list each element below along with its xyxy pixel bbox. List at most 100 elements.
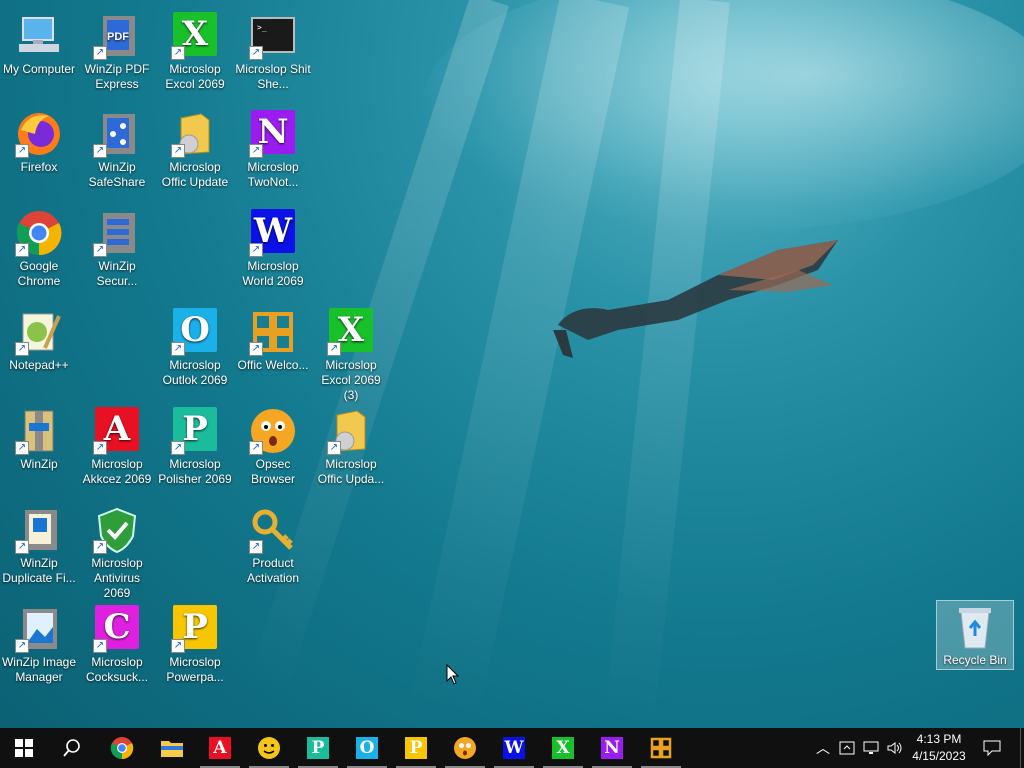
chrome-icon — [110, 737, 134, 760]
icon-label: Google Chrome — [17, 259, 61, 288]
icon-label: Offic Welco... — [237, 358, 309, 372]
icon-label: WinZip PDF Express — [84, 62, 150, 91]
icon-label: Firefox — [20, 160, 58, 174]
desktop-icon-google-chrome[interactable]: ↗ Google Chrome — [1, 205, 77, 301]
icon-label: Opsec Browser — [250, 457, 295, 486]
taskbar: A P O P W X N ︿ 4:13 PM 4/15/2023 — [0, 728, 1024, 768]
show-hidden-icons-button[interactable]: ︿ — [812, 728, 834, 768]
icon-label: WinZip Secur... — [96, 259, 138, 288]
svg-text:PDF: PDF — [107, 31, 129, 43]
taskbar-powerpa[interactable]: P — [392, 728, 440, 768]
desktop-icon-winzip-image-manager[interactable]: ↗ WinZip Image Manager — [1, 601, 77, 697]
taskbar-chrome[interactable] — [98, 728, 146, 768]
onenote-icon: N — [601, 737, 623, 759]
opsec-browser-icon — [258, 737, 280, 759]
file-explorer-icon — [161, 741, 183, 757]
computer-icon — [19, 17, 59, 52]
icon-label: Recycle Bin — [943, 653, 1007, 667]
desktop-icon-winzip[interactable]: ↗ WinZip — [1, 403, 77, 499]
desktop-icon-microslop-outlok[interactable]: O ↗ Microslop Outlok 2069 — [157, 304, 233, 400]
taskbar-offic[interactable] — [637, 728, 685, 768]
desktop: My Computer ↗ Firefox ↗ Google Chrome ↗ … — [0, 0, 1024, 728]
icon-label: Microslop TwoNot... — [247, 160, 299, 189]
desktop-icon-my-computer[interactable]: My Computer — [1, 8, 77, 104]
icon-label: Microslop Excol 2069 (3) — [321, 358, 381, 402]
start-button[interactable] — [0, 728, 48, 768]
icon-label: Microslop Offic Update — [161, 160, 229, 189]
icon-label: Microslop Shit She... — [235, 62, 311, 91]
desktop-icon-microslop-offic-update-2[interactable]: ↗ Microslop Offic Upda... — [313, 403, 389, 499]
icon-label: WinZip Duplicate Fi... — [2, 556, 76, 585]
tray-network-icon[interactable] — [860, 728, 882, 768]
security-status-icon — [839, 741, 855, 755]
freediver-image — [553, 240, 838, 358]
icon-label: WinZip — [20, 457, 58, 471]
icon-label: Product Activation — [246, 556, 300, 585]
icon-label: Microslop Antivirus 2069 — [91, 556, 143, 600]
access-icon: A — [209, 737, 231, 759]
desktop-icon-recycle-bin[interactable]: Recycle Bin — [936, 600, 1014, 670]
search-icon — [63, 739, 80, 757]
show-desktop-divider[interactable] — [1020, 728, 1021, 768]
taskbar-outlok[interactable]: O — [343, 728, 391, 768]
outlook-icon: O — [356, 737, 378, 759]
tray-security-icon[interactable] — [836, 728, 858, 768]
desktop-icon-opsec-browser[interactable]: ↗ Opsec Browser — [235, 403, 311, 499]
desktop-icon-product-activation[interactable]: ↗ Product Activation — [235, 502, 311, 598]
desktop-icon-microslop-twonot[interactable]: N ↗ Microslop TwoNot... — [235, 106, 311, 202]
taskbar-world[interactable]: W — [490, 728, 538, 768]
desktop-icon-microslop-offic-update[interactable]: ↗ Microslop Offic Update — [157, 106, 233, 202]
opsec-browser-icon — [454, 737, 476, 759]
desktop-icon-microslop-akkcez[interactable]: A ↗ Microslop Akkcez 2069 — [79, 403, 155, 499]
network-icon — [863, 741, 879, 754]
icon-label: Microslop Excol 2069 — [165, 62, 225, 91]
taskbar-opsec-browser-2[interactable] — [441, 728, 489, 768]
desktop-icon-notepad-plus-plus[interactable]: ↗ Notepad++ — [1, 304, 77, 400]
desktop-icon-microslop-excol-3[interactable]: X ↗ Microslop Excol 2069 (3) — [313, 304, 389, 402]
recycle-bin-icon — [959, 608, 991, 649]
desktop-icon-microslop-world[interactable]: W ↗ Microslop World 2069 — [235, 205, 311, 301]
word-icon: W — [503, 737, 525, 759]
taskbar-clock[interactable]: 4:13 PM 4/15/2023 — [898, 731, 980, 765]
desktop-icon-winzip-safeshare[interactable]: ↗ WinZip SafeShare — [79, 106, 155, 202]
taskbar-akkcez[interactable]: A — [196, 728, 244, 768]
desktop-icon-microslop-pink-c[interactable]: C ↗ Microslop Cocksuck... — [79, 601, 155, 697]
icon-label: Microslop Akkcez 2069 — [82, 457, 152, 486]
icon-label: WinZip Image Manager — [1, 655, 77, 684]
taskbar-excol[interactable]: X — [539, 728, 587, 768]
taskbar-opsec-browser[interactable] — [245, 728, 293, 768]
icon-label: Microslop Outlok 2069 — [162, 358, 228, 387]
icon-label: Microslop Cocksuck... — [85, 655, 148, 684]
desktop-icon-microslop-antivirus[interactable]: ↗ Microslop Antivirus 2069 — [79, 502, 155, 600]
icon-label: Notepad++ — [9, 358, 69, 372]
mouse-cursor-icon — [446, 664, 460, 685]
icon-label: WinZip SafeShare — [88, 160, 146, 189]
taskbar-twonot[interactable]: N — [588, 728, 636, 768]
desktop-icon-winzip-secure[interactable]: ↗ WinZip Secur... — [79, 205, 155, 301]
desktop-icon-microslop-excol[interactable]: X ↗ Microslop Excol 2069 — [157, 8, 233, 104]
taskbar-polisher[interactable]: P — [294, 728, 342, 768]
desktop-icon-winzip-pdf-express[interactable]: PDF ↗ WinZip PDF Express — [79, 8, 155, 104]
taskbar-file-explorer[interactable] — [148, 728, 196, 768]
office-icon — [650, 737, 672, 759]
publisher-icon: P — [307, 737, 329, 759]
icon-label: My Computer — [2, 62, 76, 76]
start-icon — [15, 739, 33, 757]
desktop-icon-firefox[interactable]: ↗ Firefox — [1, 106, 77, 202]
icon-label: Microslop Offic Upda... — [317, 457, 385, 486]
icon-label: Microslop World 2069 — [242, 259, 304, 288]
clock-date: 4/15/2023 — [912, 749, 966, 763]
icon-label: Microslop Polisher 2069 — [158, 457, 232, 486]
desktop-icon-offic-welcome[interactable]: ↗ Offic Welco... — [235, 304, 311, 400]
action-center-button[interactable] — [980, 728, 1004, 768]
desktop-icon-microslop-shit-she[interactable]: >_ ↗ Microslop Shit She... — [235, 8, 311, 104]
desktop-icon-winzip-duplicate[interactable]: ↗ WinZip Duplicate Fi... — [1, 502, 77, 598]
notification-icon — [983, 740, 1001, 756]
search-button[interactable] — [48, 728, 96, 768]
clock-time: 4:13 PM — [916, 732, 962, 746]
desktop-icon-microslop-polisher[interactable]: P ↗ Microslop Polisher 2069 — [157, 403, 233, 499]
excel-icon: X — [552, 737, 574, 759]
desktop-icon-microslop-powerpa[interactable]: P ↗ Microslop Powerpa... — [157, 601, 233, 697]
svg-text:>_: >_ — [257, 23, 267, 32]
icon-label: Microslop Powerpa... — [166, 655, 224, 684]
